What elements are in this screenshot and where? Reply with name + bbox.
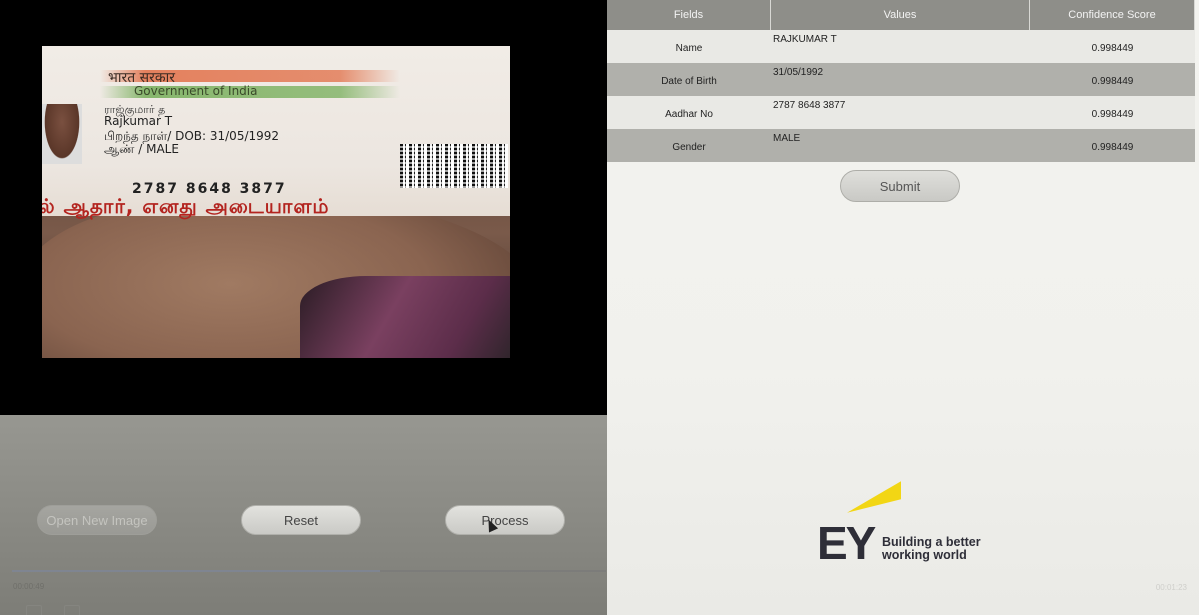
video-progress-bar[interactable] (12, 570, 606, 572)
header-confidence-score: Confidence Score (1030, 0, 1195, 30)
ey-logo: EY Building a better working world (817, 481, 997, 569)
field-name: Name (675, 43, 703, 54)
header-fields: Fields (607, 0, 771, 30)
value-name[interactable]: RAJKUMAR T (771, 30, 1030, 63)
right-panel: Fields Values Confidence Score Name RAJK… (607, 0, 1199, 615)
open-new-image-button[interactable]: Open New Image (37, 505, 157, 535)
field-dob: Date of Birth (661, 76, 717, 87)
ey-tagline: Building a better working world (882, 536, 981, 562)
score-dob: 0.998449 (1091, 76, 1134, 87)
control-panel: Open New Image Reset Process 00:00:49 (0, 415, 607, 615)
card-gender: ஆண் / MALE (104, 142, 179, 156)
ey-logo-letters: EY (817, 517, 876, 569)
submit-button[interactable]: Submit (840, 170, 960, 202)
qr-code-icon (400, 144, 508, 188)
table-header: Fields Values Confidence Score (607, 0, 1195, 30)
elapsed-time: 00:00:49 (13, 582, 45, 591)
card-footer-text: ல் ஆதார், எனது அடையாளம் (42, 194, 330, 218)
card-portrait (42, 104, 82, 164)
field-aadhar-no: Aadhar No (665, 109, 713, 120)
background-cloth (300, 276, 510, 358)
left-panel: भारत सरकार Government of India ராஜ்குமார… (0, 0, 608, 615)
table-row: Name RAJKUMAR T 0.998449 (607, 30, 1195, 63)
captions-icon[interactable] (64, 605, 80, 615)
value-dob[interactable]: 31/05/1992 (771, 63, 1030, 96)
volume-icon[interactable] (26, 605, 42, 615)
card-name: Rajkumar T (104, 114, 173, 128)
image-viewport: भारत सरकार Government of India ராஜ்குமார… (0, 0, 608, 415)
value-gender[interactable]: MALE (771, 129, 1030, 162)
aadhaar-card: भारत सरकार Government of India ராஜ்குமார… (42, 46, 510, 218)
ey-tagline-line2: working world (882, 548, 967, 562)
reset-button[interactable]: Reset (241, 505, 361, 535)
ey-beam-icon (847, 481, 901, 513)
results-table: Fields Values Confidence Score Name RAJK… (607, 0, 1195, 162)
score-gender: 0.998449 (1091, 142, 1134, 153)
process-button[interactable]: Process (445, 505, 565, 535)
header-values: Values (771, 0, 1030, 30)
score-name: 0.998449 (1091, 43, 1134, 54)
card-title-english: Government of India (134, 84, 258, 98)
uploaded-id-image: भारत सरकार Government of India ராஜ்குமார… (42, 46, 510, 358)
value-aadhar-no[interactable]: 2787 8648 3877 (771, 96, 1030, 129)
video-progress-fill (12, 570, 381, 572)
field-gender: Gender (672, 142, 706, 153)
table-row: Aadhar No 2787 8648 3877 0.998449 (607, 96, 1195, 129)
table-row: Date of Birth 31/05/1992 0.998449 (607, 63, 1195, 96)
table-row: Gender MALE 0.998449 (607, 129, 1195, 162)
total-duration: 00:01:23 (1155, 583, 1187, 592)
app-window: भारत सरकार Government of India ராஜ்குமார… (0, 0, 1199, 615)
score-aadhar-no: 0.998449 (1091, 109, 1134, 120)
